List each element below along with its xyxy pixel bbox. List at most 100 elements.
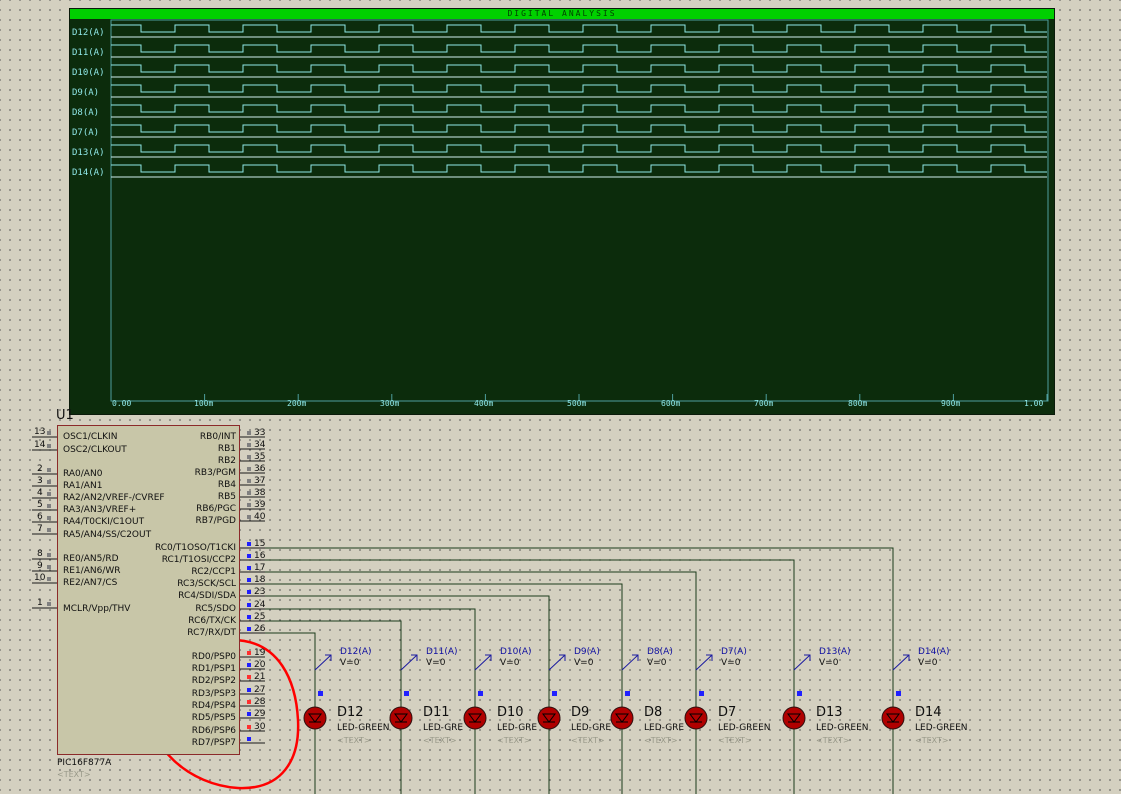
pin-state-marker xyxy=(247,603,251,607)
led-pin-marker xyxy=(699,691,704,696)
voltage-probe-arrow-icon[interactable] xyxy=(474,654,492,671)
pin-state-marker xyxy=(47,528,51,532)
led-body[interactable] xyxy=(881,706,905,730)
pin-name: RC2/CCP1 xyxy=(191,567,236,577)
pin-num: 17 xyxy=(254,563,266,573)
led-pin-marker xyxy=(478,691,483,696)
pin-num: 38 xyxy=(254,488,266,498)
pin-num: 19 xyxy=(254,648,266,658)
pin-name: RB6/PGC xyxy=(196,504,236,514)
pin-state-marker xyxy=(247,615,251,619)
probe-value: V=0 xyxy=(426,658,446,668)
pin-num: 39 xyxy=(254,500,266,510)
led-pin-marker xyxy=(552,691,557,696)
led-body[interactable] xyxy=(684,706,708,730)
led-ref: D12 xyxy=(337,705,364,720)
led-text-placeholder: <TEXT> xyxy=(337,736,371,745)
led-body[interactable] xyxy=(389,706,413,730)
probe-label: D14(A) xyxy=(918,647,950,657)
wire-rc2-d7[interactable] xyxy=(265,571,697,794)
pin-num: 40 xyxy=(254,512,266,522)
led-value: LED-GRE xyxy=(497,723,538,733)
pin-state-marker xyxy=(247,725,251,729)
pin-name: RC6/TX/CK xyxy=(188,616,236,626)
voltage-probe-arrow-icon[interactable] xyxy=(548,654,566,671)
probe-label: D8(A) xyxy=(647,647,673,657)
pin-name: RB7/PGD xyxy=(195,516,236,526)
led-body[interactable] xyxy=(782,706,806,730)
pin-num: 33 xyxy=(254,428,266,438)
led-ref: D8 xyxy=(644,705,663,720)
pin-state-marker xyxy=(247,455,251,459)
pin-name: RB0/INT xyxy=(199,432,236,442)
pin-name: RC5/SDO xyxy=(195,604,236,614)
pin-num: 28 xyxy=(254,697,266,707)
pin-name: RC4/SDI/SDA xyxy=(178,591,236,601)
pin-state-marker xyxy=(247,554,251,558)
led-pin-marker xyxy=(404,691,409,696)
probe-value: V=0 xyxy=(918,658,938,668)
pin-state-marker xyxy=(47,553,51,557)
probe-value: V=0 xyxy=(647,658,667,668)
probe-value: V=0 xyxy=(340,658,360,668)
voltage-probe-arrow-icon[interactable] xyxy=(892,654,910,671)
pin-name: RC7/RX/DT xyxy=(187,628,236,638)
pin-num: 26 xyxy=(254,624,266,634)
pin-name: RD4/PSP4 xyxy=(191,701,236,711)
pin-state-marker xyxy=(247,675,251,679)
pin-state-marker xyxy=(47,577,51,581)
pin-num: 35 xyxy=(254,452,266,462)
pin-num: 15 xyxy=(254,539,266,549)
pin-state-marker xyxy=(247,479,251,483)
led-value: LED-GRE xyxy=(644,723,685,733)
pin-state-marker xyxy=(247,651,251,655)
led-text-placeholder: <TEXT> xyxy=(497,736,531,745)
probe-value: V=0 xyxy=(574,658,594,668)
chip-text-placeholder: <TEXT> xyxy=(57,770,91,779)
voltage-probe-arrow-icon[interactable] xyxy=(695,654,713,671)
probe-value: V=0 xyxy=(819,658,839,668)
pin-name: RD5/PSP5 xyxy=(191,713,236,723)
led-ref: D11 xyxy=(423,705,450,720)
pin-state-marker xyxy=(247,431,251,435)
pin-state-marker xyxy=(47,480,51,484)
led-value: LED-GRE xyxy=(423,723,464,733)
voltage-probe-arrow-icon[interactable] xyxy=(314,654,332,671)
chip-ref: U1 xyxy=(56,408,74,423)
led-body[interactable] xyxy=(610,706,634,730)
pin-state-marker xyxy=(247,515,251,519)
pin-state-marker xyxy=(247,712,251,716)
pin-state-marker xyxy=(247,503,251,507)
led-text-placeholder: <TEXT> xyxy=(423,736,457,745)
wire-rc3-d8[interactable] xyxy=(265,583,623,794)
led-ref: D13 xyxy=(816,705,843,720)
pin-name: RD6/PSP6 xyxy=(191,726,236,736)
pin-state-marker xyxy=(47,504,51,508)
led-ref: D7 xyxy=(718,705,737,720)
pin-num: 25 xyxy=(254,612,266,622)
led-ref: D9 xyxy=(571,705,590,720)
led-body[interactable] xyxy=(463,706,487,730)
led-value: LED-GREEN xyxy=(337,723,390,733)
voltage-probe-arrow-icon[interactable] xyxy=(400,654,418,671)
led-body[interactable] xyxy=(537,706,561,730)
pin-name: RC1/T1OSI/CCP2 xyxy=(161,555,236,565)
wire-rc0-d14[interactable] xyxy=(265,547,894,794)
pin-num: 20 xyxy=(254,660,266,670)
pin-name: RC3/SCK/SCL xyxy=(177,579,236,589)
pin-state-marker xyxy=(247,663,251,667)
led-body[interactable] xyxy=(303,706,327,730)
pin-state-marker xyxy=(47,431,51,435)
led-pin-marker xyxy=(896,691,901,696)
probe-label: D10(A) xyxy=(500,647,532,657)
pin-state-marker xyxy=(47,444,51,448)
wire-rc1-d13[interactable] xyxy=(265,559,795,794)
pin-name: RC0/T1OSO/T1CKI xyxy=(154,543,236,553)
pin-state-marker xyxy=(247,627,251,631)
pin-state-marker xyxy=(47,516,51,520)
probe-label: D13(A) xyxy=(819,647,851,657)
voltage-probe-arrow-icon[interactable] xyxy=(793,654,811,671)
pin-num: 29 xyxy=(254,709,266,719)
voltage-probe-arrow-icon[interactable] xyxy=(621,654,639,671)
wires xyxy=(265,547,894,794)
